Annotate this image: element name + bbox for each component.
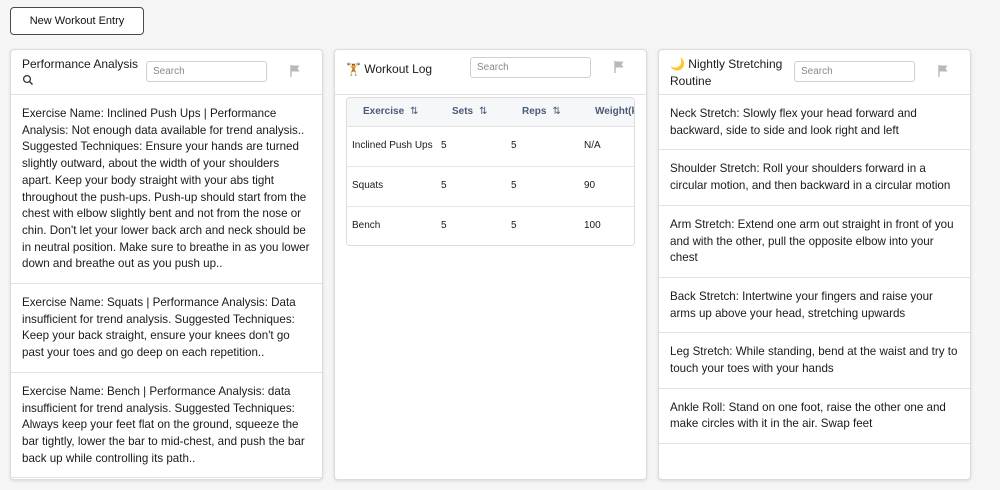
performance-analysis-card: Performance Analysis Exercise Name: Incl… [10,49,323,480]
stretching-card-header: 🌙 Nightly Stretching Routine [659,50,970,95]
cell-exercise: Bench [352,220,381,232]
column-header-exercise[interactable]: Exercise ⇅ [347,98,436,127]
stretching-title: 🌙 Nightly Stretching Routine [670,57,783,88]
cell-sets: 5 [436,166,506,207]
performance-card-header: Performance Analysis [11,50,322,95]
column-header-sets[interactable]: Sets ⇅ [436,98,506,127]
column-header-reps[interactable]: Reps ⇅ [506,98,579,127]
flag-icon[interactable] [937,64,949,78]
flag-icon[interactable] [289,64,301,78]
table-row: Bench 5 5 100 [347,206,634,245]
stretch-item: Leg Stretch: While standing, bend at the… [659,333,970,389]
column-label: Reps [522,106,547,118]
stretch-item: Back Stretch: Intertwine your fingers an… [659,278,970,334]
cell-exercise: Inclined Push Ups [347,126,436,167]
workout-log-search-input[interactable] [470,57,591,78]
magnifier-icon [22,74,33,85]
cell-reps: 5 [511,220,517,232]
workout-log-title: 🏋 Workout Log [346,62,433,76]
sort-arrows-icon[interactable]: ⇅ [479,106,487,117]
workout-log-card: 🏋 Workout Log Exercise ⇅ Sets ⇅ Reps ⇅ Weig… [334,49,647,480]
performance-list: Exercise Name: Inclined Push Ups | Perfo… [11,95,322,479]
workout-log-header: 🏋 Workout Log [335,50,646,95]
stretch-item: Shoulder Stretch: Roll your shoulders fo… [659,150,970,206]
cell-exercise: Squats [347,166,436,207]
column-label: Exercise [363,106,405,118]
cell-sets: 5 [441,220,447,232]
sort-arrows-icon[interactable]: ⇅ [410,106,418,117]
cell-reps: 5 [506,166,579,207]
cell-reps: 5 [506,126,579,167]
table-row: Inclined Push Ups 5 5 N/A [347,126,634,167]
stretch-item: Arm Stretch: Extend one arm out straight… [659,206,970,278]
column-label: Sets [452,106,474,118]
table-row: Squats 5 5 90 [347,166,634,207]
performance-item: Exercise Name: Squats | Performance Anal… [11,284,322,373]
stretch-item: Ankle Roll: Stand on one foot, raise the… [659,389,970,445]
flag-icon[interactable] [613,60,625,74]
cell-weight: N/A [579,126,634,167]
sort-arrows-icon[interactable]: ⇅ [552,106,560,117]
cell-sets: 5 [436,126,506,167]
stretch-item: Neck Stretch: Slowly flex your head forw… [659,95,970,151]
workout-table: Exercise ⇅ Sets ⇅ Reps ⇅ Weight(kg) Incline… [347,98,634,245]
cell-weight: 100 [584,220,601,232]
column-header-weight[interactable]: Weight(kg) [579,98,634,127]
performance-item: Exercise Name: Inclined Push Ups | Perfo… [11,95,322,285]
column-label: Weight(kg) [595,106,634,118]
performance-title: Performance Analysis [22,56,146,86]
stretching-search-input[interactable] [794,61,915,82]
cell-weight: 90 [579,166,634,207]
stretching-list: Neck Stretch: Slowly flex your head forw… [659,95,970,445]
table-header-row: Exercise ⇅ Sets ⇅ Reps ⇅ Weight(kg) [347,98,634,127]
performance-title-text: Performance Analysis [22,57,139,71]
new-workout-entry-button[interactable]: New Workout Entry [10,7,144,35]
performance-item: Exercise Name: Bench | Performance Analy… [11,373,322,479]
performance-search-input[interactable] [146,61,267,82]
stretching-routine-card: 🌙 Nightly Stretching Routine Neck Stretc… [658,49,971,480]
workout-table-container[interactable]: Exercise ⇅ Sets ⇅ Reps ⇅ Weight(kg) Incline… [346,97,635,246]
